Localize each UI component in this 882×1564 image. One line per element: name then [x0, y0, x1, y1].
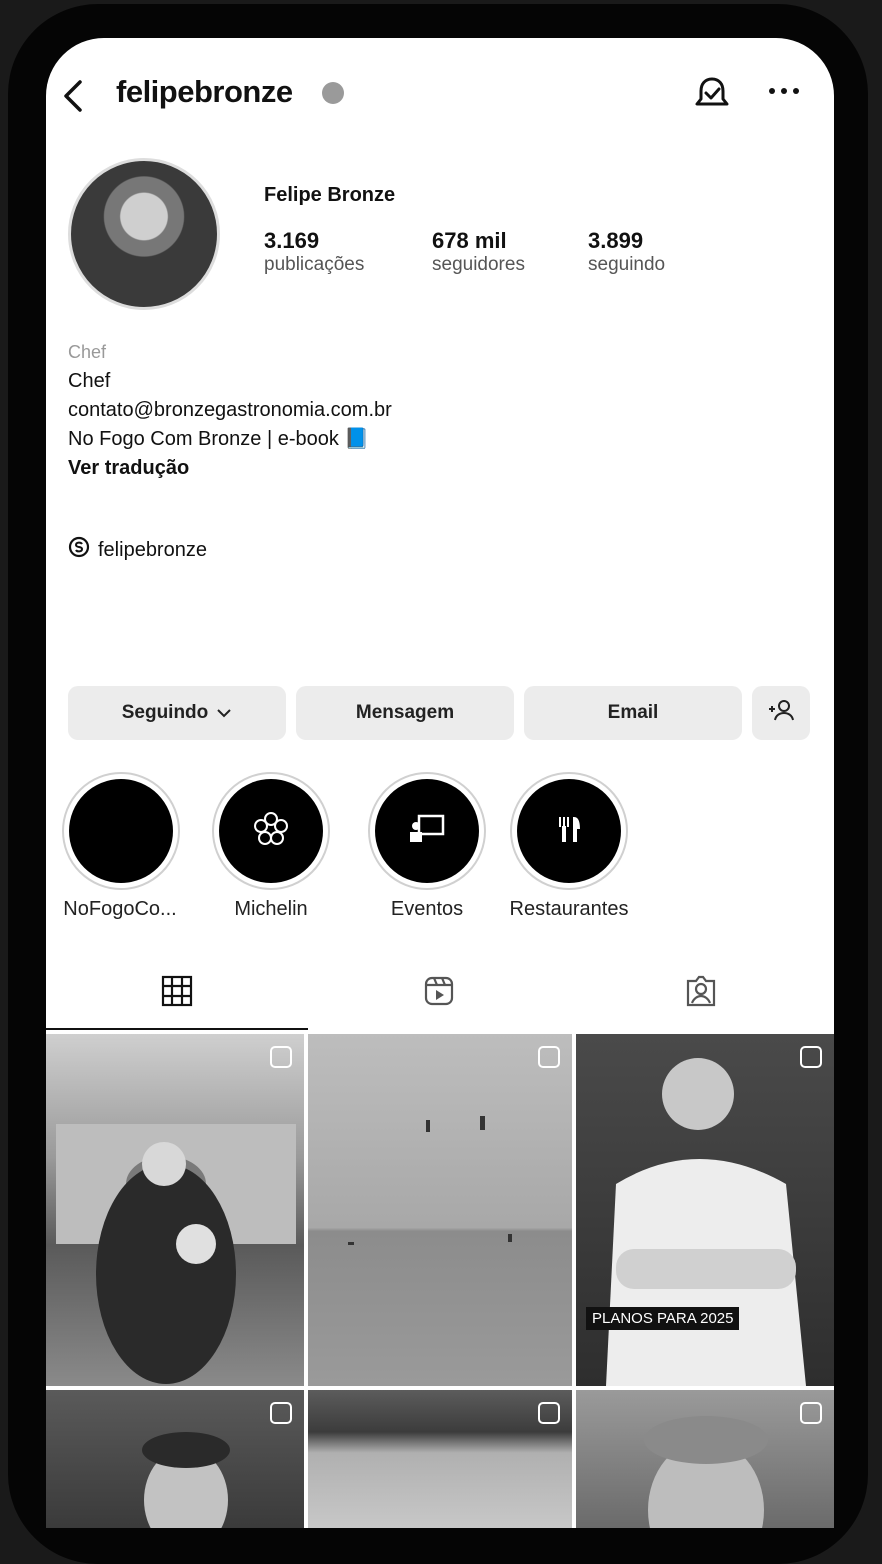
reel-icon — [538, 1402, 560, 1424]
email-button[interactable]: Email — [524, 686, 742, 740]
stat-posts-label: publicações — [264, 254, 365, 275]
bio-email-line: contato@bronzegastronomia.com.br — [68, 399, 392, 421]
notification-bell-icon[interactable] — [694, 74, 730, 114]
bio-line: No Fogo Com Bronze | e-book 📘 — [68, 428, 370, 450]
post-photo — [644, 1416, 768, 1528]
post-tile[interactable]: PLANOS PARA 2025 — [576, 1034, 834, 1386]
profile-tabs — [46, 958, 834, 1032]
carousel-icon — [800, 1046, 822, 1068]
highlight-ring — [510, 772, 628, 890]
stat-following-value: 3.899 — [588, 228, 644, 253]
stat-followers-value: 678 mil — [432, 228, 507, 253]
highlight-item[interactable] — [62, 772, 180, 890]
highlight-item[interactable] — [510, 772, 628, 890]
highlight-ring — [212, 772, 330, 890]
reel-icon — [800, 1402, 822, 1424]
post-tile[interactable] — [46, 1390, 304, 1528]
carousel-icon — [270, 1402, 292, 1424]
more-options-icon[interactable] — [766, 84, 802, 98]
stat-followers[interactable]: 678 mil seguidores — [432, 228, 525, 276]
stat-followers-label: seguidores — [432, 254, 525, 275]
stat-posts-value: 3.169 — [264, 228, 320, 253]
highlight-label: Eventos — [390, 898, 464, 920]
message-button-label: Mensagem — [355, 702, 455, 723]
bio-line: Chef — [68, 370, 111, 392]
grid-icon — [161, 975, 193, 1012]
chevron-down-icon — [216, 702, 232, 724]
translate-link[interactable]: Ver tradução — [68, 454, 808, 483]
instagram-profile-screen: felipebronze Felipe Bronze 3.169 publica… — [46, 38, 834, 1528]
display-name: Felipe Bronze — [264, 184, 396, 206]
tab-tagged[interactable] — [570, 958, 832, 1028]
flower-icon — [251, 809, 291, 854]
highlight-item[interactable] — [212, 772, 330, 890]
post-tile[interactable] — [576, 1390, 834, 1528]
stat-following-label: seguindo — [588, 254, 666, 275]
stat-posts[interactable]: 3.169 publicações — [264, 228, 364, 276]
post-photo — [142, 1432, 230, 1528]
suggested-users-button[interactable] — [752, 686, 810, 740]
cutlery-icon — [554, 814, 584, 849]
highlight-label: NoFogoCo... — [63, 898, 177, 920]
bio: Chef Chef contato@bronzegastronomia.com.… — [68, 338, 808, 483]
highlight-label: Michelin — [234, 898, 308, 920]
post-photo — [606, 1058, 806, 1386]
post-tile[interactable] — [308, 1034, 572, 1386]
carousel-icon — [270, 1046, 292, 1068]
message-button[interactable]: Mensagem — [296, 686, 514, 740]
highlight-item[interactable] — [368, 772, 486, 890]
presentation-icon — [407, 812, 447, 851]
stat-following[interactable]: 3.899 seguindo — [588, 228, 665, 276]
post-photo — [56, 1124, 296, 1384]
email-button-label: Email — [607, 702, 659, 723]
tab-posts[interactable] — [46, 958, 308, 1030]
highlight-cover — [375, 779, 479, 883]
post-tile[interactable] — [308, 1390, 572, 1528]
profile-username: felipebronze — [116, 74, 293, 109]
back-icon[interactable] — [60, 78, 90, 114]
post-caption-overlay: PLANOS PARA 2025 — [586, 1307, 740, 1330]
threads-handle: felipebronze — [98, 538, 207, 561]
profile-category: Chef — [68, 342, 107, 362]
tagged-icon — [685, 975, 717, 1012]
highlight-cover — [517, 779, 621, 883]
add-person-icon — [768, 699, 794, 727]
reels-icon — [423, 975, 455, 1012]
following-button[interactable]: Seguindo — [68, 686, 286, 740]
threads-link[interactable]: felipebronze — [68, 536, 207, 564]
post-photo — [348, 1116, 512, 1245]
threads-icon — [68, 536, 90, 564]
highlight-ring — [62, 772, 180, 890]
highlight-cover — [69, 779, 173, 883]
tab-reels[interactable] — [308, 958, 570, 1028]
avatar[interactable] — [68, 158, 220, 310]
highlight-ring — [368, 772, 486, 890]
highlight-label: Restaurantes — [509, 898, 629, 920]
reel-icon — [538, 1046, 560, 1068]
highlight-cover — [219, 779, 323, 883]
post-tile[interactable] — [46, 1034, 304, 1386]
following-button-label: Seguindo — [121, 702, 209, 723]
verified-icon — [322, 82, 344, 104]
